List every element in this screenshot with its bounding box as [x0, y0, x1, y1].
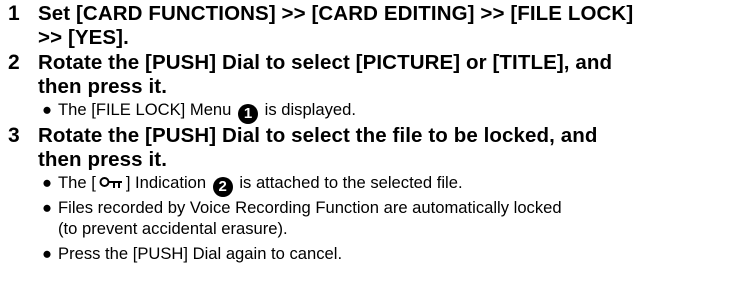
bullet: ● [42, 244, 53, 263]
callout-number-1-icon: 1 [238, 104, 259, 124]
callout-number-2-icon: 2 [212, 177, 233, 197]
note-text: The [ [58, 173, 96, 192]
note-file-lock-menu: ● The [FILE LOCK] Menu 1 is displayed. [0, 99, 729, 124]
step-number: 1 [8, 2, 20, 25]
note-line: Files recorded by Voice Recording Functi… [58, 198, 562, 217]
step-text: Rotate the [PUSH] Dial to select [PICTUR… [38, 51, 729, 99]
note-text: is attached to the selected file. [239, 173, 463, 192]
note-text: The [FILE LOCK] Menu [58, 100, 232, 119]
bullet: ● [42, 173, 53, 192]
note-text: ] Indication [125, 173, 207, 192]
key-lock-icon [99, 174, 123, 195]
step-3: 3 Rotate the [PUSH] Dial to select the f… [0, 124, 729, 172]
note-lock-indication: ● The [ ] Indication 2 is attached to the… [0, 172, 729, 197]
step-line: Rotate the [PUSH] Dial to select the fil… [38, 124, 598, 147]
step-line: then press it. [38, 75, 167, 98]
step-2: 2 Rotate the [PUSH] Dial to select [PICT… [0, 51, 729, 99]
step-line: Rotate the [PUSH] Dial to select [PICTUR… [38, 51, 613, 74]
note-text: Press the [PUSH] Dial again to cancel. [58, 244, 343, 263]
bullet: ● [42, 198, 53, 217]
step-number: 3 [8, 124, 20, 147]
step-text: Set [CARD FUNCTIONS] >> [CARD EDITING] >… [38, 2, 729, 50]
note-text: is displayed. [264, 100, 356, 119]
step-text: Rotate the [PUSH] Dial to select the fil… [38, 124, 729, 172]
step-line: >> [YES]. [38, 26, 129, 49]
step-1: 1 Set [CARD FUNCTIONS] >> [CARD EDITING]… [0, 2, 729, 50]
step-line: Set [CARD FUNCTIONS] >> [CARD EDITING] >… [38, 2, 634, 25]
note-line: (to prevent accidental erasure). [58, 219, 288, 238]
instruction-document: 1 Set [CARD FUNCTIONS] >> [CARD EDITING]… [0, 0, 729, 297]
step-line: then press it. [38, 148, 167, 171]
note-cancel: ● Press the [PUSH] Dial again to cancel. [0, 243, 729, 264]
bullet: ● [42, 100, 53, 119]
note-voice-recording: ● Files recorded by Voice Recording Func… [0, 197, 729, 239]
step-number: 2 [8, 51, 20, 74]
